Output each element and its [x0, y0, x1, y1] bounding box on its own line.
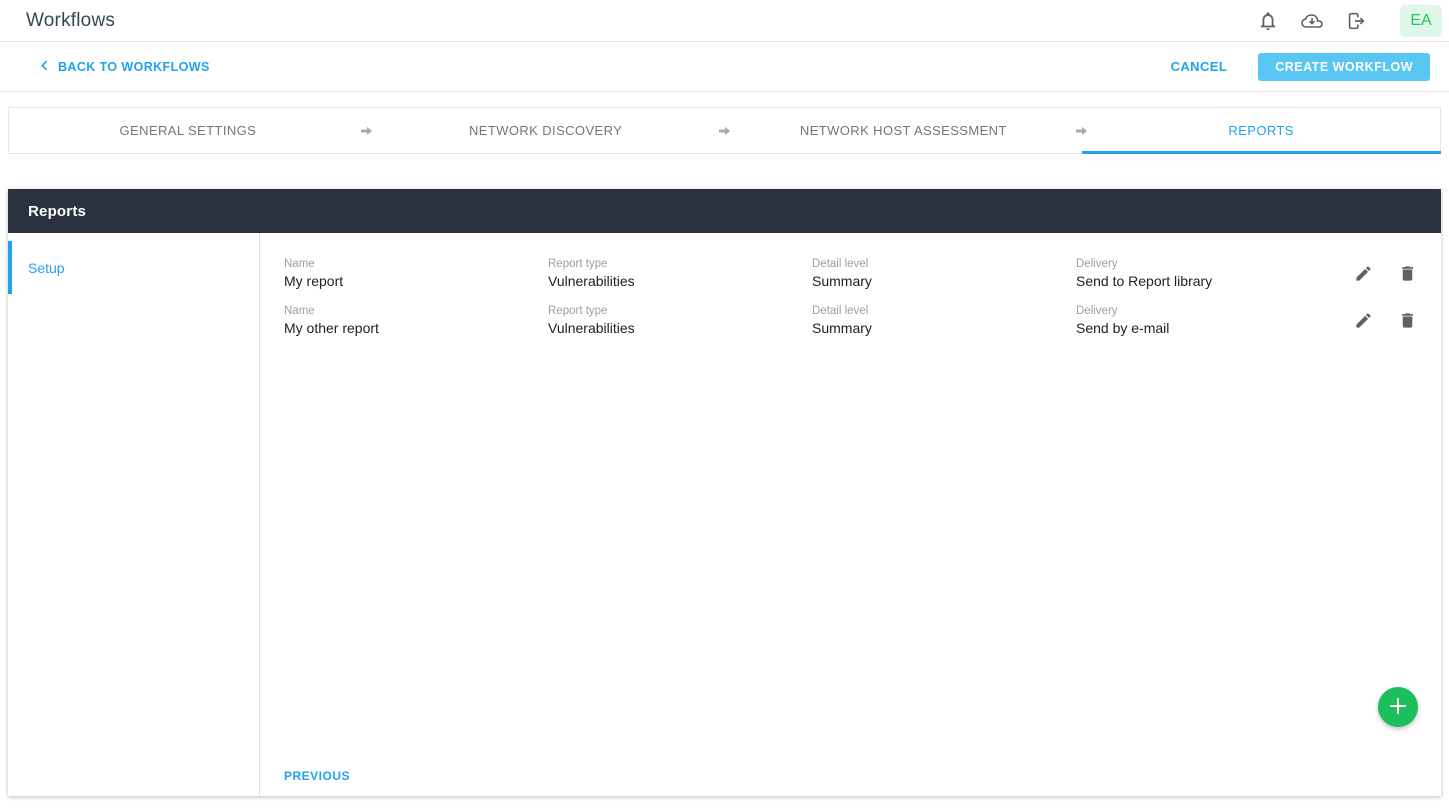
- cancel-button[interactable]: CANCEL: [1171, 59, 1228, 74]
- field-label: Name: [284, 305, 538, 317]
- field-name: Name My report: [284, 258, 548, 289]
- field-value: My report: [284, 273, 538, 289]
- field-name: Name My other report: [284, 305, 548, 336]
- field-label: Delivery: [1076, 305, 1330, 317]
- field-delivery: Delivery Send to Report library: [1076, 258, 1340, 289]
- previous-link[interactable]: PREVIOUS: [284, 769, 350, 783]
- edit-report-button[interactable]: [1354, 311, 1373, 333]
- field-value: Send by e-mail: [1076, 320, 1330, 336]
- app-header: Workflows EA: [0, 0, 1449, 42]
- sidebar-item-setup[interactable]: Setup: [8, 241, 259, 294]
- panel-sidebar: Setup: [8, 233, 260, 796]
- field-value: Vulnerabilities: [548, 273, 802, 289]
- bell-icon: [1257, 10, 1279, 32]
- field-label: Detail level: [812, 258, 1066, 270]
- notifications-button[interactable]: [1248, 1, 1288, 41]
- add-report-fab[interactable]: [1378, 687, 1418, 727]
- row-actions: [1354, 305, 1417, 333]
- chevron-left-icon: [38, 59, 51, 75]
- field-label: Report type: [548, 305, 802, 317]
- back-to-workflows-label: BACK TO WORKFLOWS: [58, 60, 210, 74]
- toolbar-actions: CANCEL CREATE WORKFLOW: [1171, 53, 1430, 81]
- field-label: Name: [284, 258, 538, 270]
- logout-button[interactable]: [1336, 1, 1376, 41]
- cloud-download-button[interactable]: [1292, 1, 1332, 41]
- field-detail-level: Detail level Summary: [812, 305, 1076, 336]
- panel-content: Name My report Report type Vulnerabiliti…: [260, 233, 1441, 796]
- wizard-toolbar: BACK TO WORKFLOWS CANCEL CREATE WORKFLOW: [0, 42, 1449, 92]
- step-network-host-assessment[interactable]: NETWORK HOST ASSESSMENT: [725, 108, 1083, 153]
- field-value: Send to Report library: [1076, 273, 1330, 289]
- panel-title: Reports: [28, 203, 86, 220]
- cloud-download-icon: [1300, 9, 1324, 33]
- field-label: Detail level: [812, 305, 1066, 317]
- plus-icon: [1388, 696, 1408, 719]
- field-value: My other report: [284, 320, 538, 336]
- panel-header: Reports: [8, 189, 1441, 233]
- back-to-workflows-link[interactable]: BACK TO WORKFLOWS: [38, 59, 210, 75]
- create-workflow-button[interactable]: CREATE WORKFLOW: [1258, 53, 1430, 81]
- field-report-type: Report type Vulnerabilities: [548, 258, 812, 289]
- row-actions: [1354, 258, 1417, 286]
- trash-icon: [1398, 311, 1417, 333]
- field-label: Delivery: [1076, 258, 1330, 270]
- reports-panel: Reports Setup Name My report Report type…: [8, 189, 1441, 796]
- delete-report-button[interactable]: [1398, 311, 1417, 333]
- step-general-settings[interactable]: GENERAL SETTINGS: [9, 108, 367, 153]
- pencil-icon: [1354, 264, 1373, 286]
- avatar[interactable]: EA: [1400, 5, 1442, 37]
- step-reports[interactable]: REPORTS: [1082, 108, 1440, 153]
- delete-report-button[interactable]: [1398, 264, 1417, 286]
- wizard-stepper: GENERAL SETTINGS NETWORK DISCOVERY NETWO…: [8, 107, 1441, 154]
- step-network-discovery[interactable]: NETWORK DISCOVERY: [367, 108, 725, 153]
- pencil-icon: [1354, 311, 1373, 333]
- trash-icon: [1398, 264, 1417, 286]
- field-label: Report type: [548, 258, 802, 270]
- field-report-type: Report type Vulnerabilities: [548, 305, 812, 336]
- logout-icon: [1345, 10, 1367, 32]
- report-row: Name My other report Report type Vulnera…: [284, 305, 1417, 336]
- field-value: Summary: [812, 273, 1066, 289]
- field-value: Vulnerabilities: [548, 320, 802, 336]
- panel-body: Setup Name My report Report type Vulnera…: [8, 233, 1441, 796]
- report-row: Name My report Report type Vulnerabiliti…: [284, 258, 1417, 289]
- field-detail-level: Detail level Summary: [812, 258, 1076, 289]
- page-title: Workflows: [26, 10, 115, 32]
- header-actions: EA: [1244, 1, 1442, 41]
- field-delivery: Delivery Send by e-mail: [1076, 305, 1340, 336]
- field-value: Summary: [812, 320, 1066, 336]
- edit-report-button[interactable]: [1354, 264, 1373, 286]
